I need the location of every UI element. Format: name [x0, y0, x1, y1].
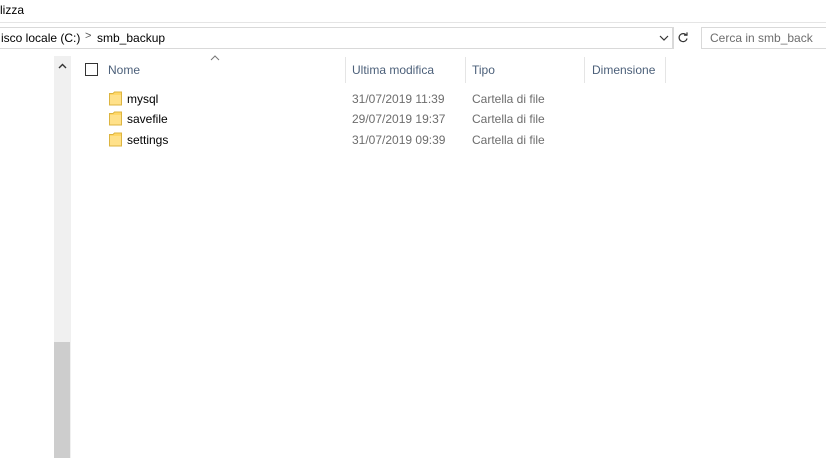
- address-row: isco locale (C:) > smb_backup: [0, 27, 826, 51]
- column-header-modified[interactable]: Ultima modifica: [346, 57, 465, 83]
- search-box[interactable]: [701, 27, 826, 49]
- folder-icon: [109, 132, 122, 147]
- folder-icon: [109, 111, 122, 126]
- file-type: Cartella di file: [472, 92, 545, 106]
- file-name: savefile: [127, 112, 168, 126]
- file-modified: 29/07/2019 19:37: [352, 112, 446, 126]
- file-modified: 31/07/2019 11:39: [352, 92, 445, 106]
- pane-divider[interactable]: [70, 56, 71, 458]
- file-row-savefile[interactable]: savefile 29/07/2019 19:37 Cartella di fi…: [100, 109, 660, 130]
- file-type: Cartella di file: [472, 112, 545, 126]
- ribbon-bar: lizza: [0, 0, 826, 23]
- chevron-down-icon[interactable]: [656, 28, 672, 48]
- file-modified: 31/07/2019 09:39: [352, 133, 446, 147]
- column-header-type[interactable]: Tipo: [466, 57, 584, 83]
- file-explorer-window: lizza isco locale (C:) > smb_backup Cerc…: [0, 0, 826, 458]
- file-name: mysql: [127, 92, 159, 106]
- breadcrumb-smb-backup[interactable]: smb_backup: [97, 31, 165, 45]
- scroll-up-icon[interactable]: [54, 56, 70, 76]
- column-header-type-label: Tipo: [472, 63, 495, 77]
- column-header-modified-label: Ultima modifica: [352, 63, 435, 77]
- file-row-settings[interactable]: settings 31/07/2019 09:39 Cartella di fi…: [100, 130, 660, 151]
- file-row-mysql[interactable]: mysql 31/07/2019 11:39 Cartella di file: [100, 89, 660, 110]
- column-header-name-label: Nome: [108, 63, 141, 77]
- ribbon-tab-visualizza[interactable]: lizza: [0, 3, 24, 17]
- scrollbar-thumb[interactable]: [54, 342, 70, 458]
- file-name: settings: [127, 133, 169, 147]
- file-type: Cartella di file: [472, 133, 545, 147]
- folder-icon: [109, 91, 122, 106]
- search-input[interactable]: [710, 30, 826, 46]
- column-header-size[interactable]: Dimensione: [585, 57, 665, 83]
- refresh-icon[interactable]: [672, 28, 692, 48]
- select-all-checkbox[interactable]: [85, 63, 98, 76]
- column-separator[interactable]: [665, 57, 666, 83]
- column-header-size-label: Dimensione: [592, 63, 656, 77]
- address-bar[interactable]: isco locale (C:) > smb_backup: [0, 27, 688, 49]
- breadcrumb-separator-icon[interactable]: >: [85, 30, 91, 42]
- column-header-name[interactable]: Nome: [100, 57, 345, 83]
- navigation-pane-scrollbar[interactable]: [54, 56, 70, 458]
- breadcrumb-local-disk[interactable]: isco locale (C:): [1, 31, 80, 45]
